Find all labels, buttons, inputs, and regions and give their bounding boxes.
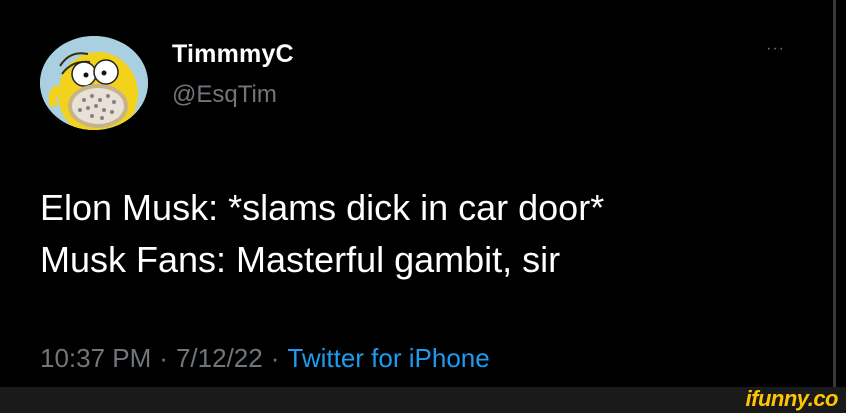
display-name[interactable]: TimmmyC xyxy=(172,40,294,69)
separator-dot: · xyxy=(159,343,168,373)
tweet-line-1: Elon Musk: *slams dick in car door* xyxy=(40,187,605,228)
ifunny-watermark: ifunny.co xyxy=(745,386,839,411)
tweet-line-2: Musk Fans: Masterful gambit, sir xyxy=(40,239,561,280)
footer-bar xyxy=(0,387,846,413)
homer-simpson-avatar-icon xyxy=(40,36,148,130)
avatar[interactable] xyxy=(40,36,148,130)
tweet-meta: 10:37 PM · 7/12/22 · Twitter for iPhone xyxy=(40,343,490,374)
divider xyxy=(833,0,836,387)
tweet-time[interactable]: 10:37 PM xyxy=(40,343,151,373)
tweet-text: Elon Musk: *slams dick in car door* Musk… xyxy=(40,182,604,286)
tweet-date[interactable]: 7/12/22 xyxy=(176,343,263,373)
separator-dot: · xyxy=(270,343,280,373)
tweet-source-link[interactable]: Twitter for iPhone xyxy=(287,343,489,373)
user-handle[interactable]: @EsqTim xyxy=(172,81,277,109)
more-options-icon[interactable]: ··· xyxy=(766,40,785,58)
